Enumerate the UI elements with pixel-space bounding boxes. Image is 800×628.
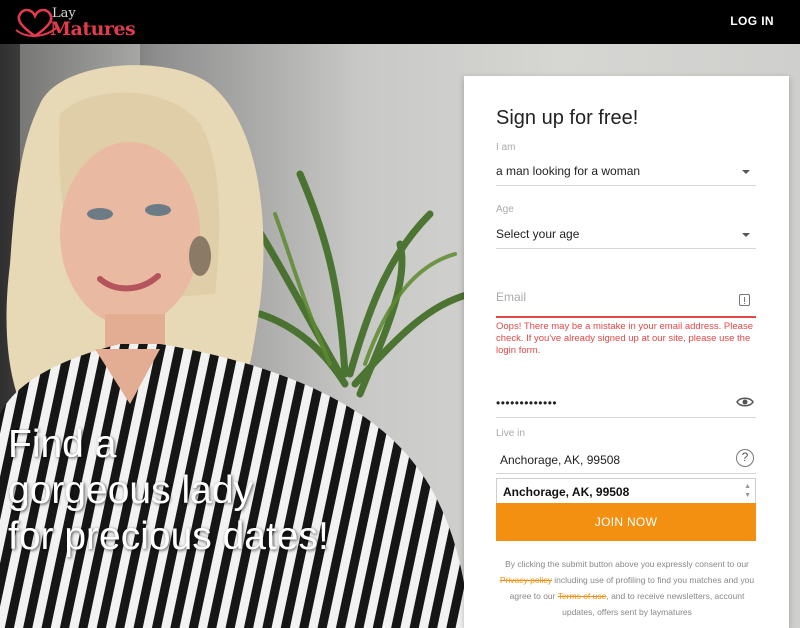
gender-select-value: a man looking for a woman bbox=[496, 164, 641, 178]
consent-text: By clicking the submit button above you … bbox=[496, 556, 758, 620]
caret-down-icon bbox=[742, 233, 750, 237]
alert-icon bbox=[739, 294, 750, 306]
password-value: ••••••••••••• bbox=[496, 396, 558, 410]
gender-select[interactable]: a man looking for a woman bbox=[496, 158, 756, 186]
top-bar: Lay Matures LOG IN bbox=[0, 0, 800, 44]
eye-icon[interactable] bbox=[736, 396, 754, 408]
location-suggestion-list[interactable]: Anchorage, AK, 99508 ▲ ▼ bbox=[496, 478, 756, 504]
site-logo[interactable]: Lay Matures bbox=[14, 4, 136, 42]
age-select[interactable]: Select your age bbox=[496, 221, 756, 249]
spinner-arrows-icon[interactable]: ▲ ▼ bbox=[744, 482, 751, 500]
privacy-policy-link[interactable]: Privacy policy bbox=[500, 575, 552, 585]
tagline-line-1: Find a bbox=[8, 423, 117, 466]
email-field[interactable] bbox=[496, 280, 756, 318]
form-title: Sign up for free! bbox=[496, 107, 639, 129]
help-icon[interactable]: ? bbox=[736, 449, 754, 467]
consent-prefix: By clicking the submit button above you … bbox=[505, 559, 749, 569]
brand-name-bottom: Matures bbox=[50, 18, 136, 40]
tagline-line-3: for precious dates! bbox=[8, 515, 329, 558]
join-now-button[interactable]: JOIN NOW bbox=[496, 503, 756, 541]
tagline-line-2: gorgeous lady bbox=[8, 469, 254, 512]
age-select-value: Select your age bbox=[496, 227, 580, 241]
email-error-message: Oops! There may be a mistake in your ema… bbox=[496, 321, 753, 356]
login-link[interactable]: LOG IN bbox=[730, 14, 774, 28]
live-in-label: Live in bbox=[496, 428, 525, 439]
i-am-label: I am bbox=[496, 142, 516, 153]
email-input[interactable] bbox=[496, 290, 726, 304]
signup-form: Sign up for free! I am a man looking for… bbox=[464, 76, 789, 628]
caret-down-icon bbox=[742, 170, 750, 174]
terms-of-use-link[interactable]: Terms of use bbox=[558, 591, 607, 601]
location-value: Anchorage, AK, 99508 bbox=[500, 453, 621, 467]
password-field[interactable]: ••••••••••••• bbox=[496, 382, 756, 418]
age-label: Age bbox=[496, 204, 514, 215]
location-suggestion-item[interactable]: Anchorage, AK, 99508 bbox=[503, 485, 629, 499]
location-input[interactable]: Anchorage, AK, 99508 ? bbox=[496, 444, 756, 474]
hero-tagline: Find a gorgeous lady for precious dates! bbox=[8, 422, 368, 560]
